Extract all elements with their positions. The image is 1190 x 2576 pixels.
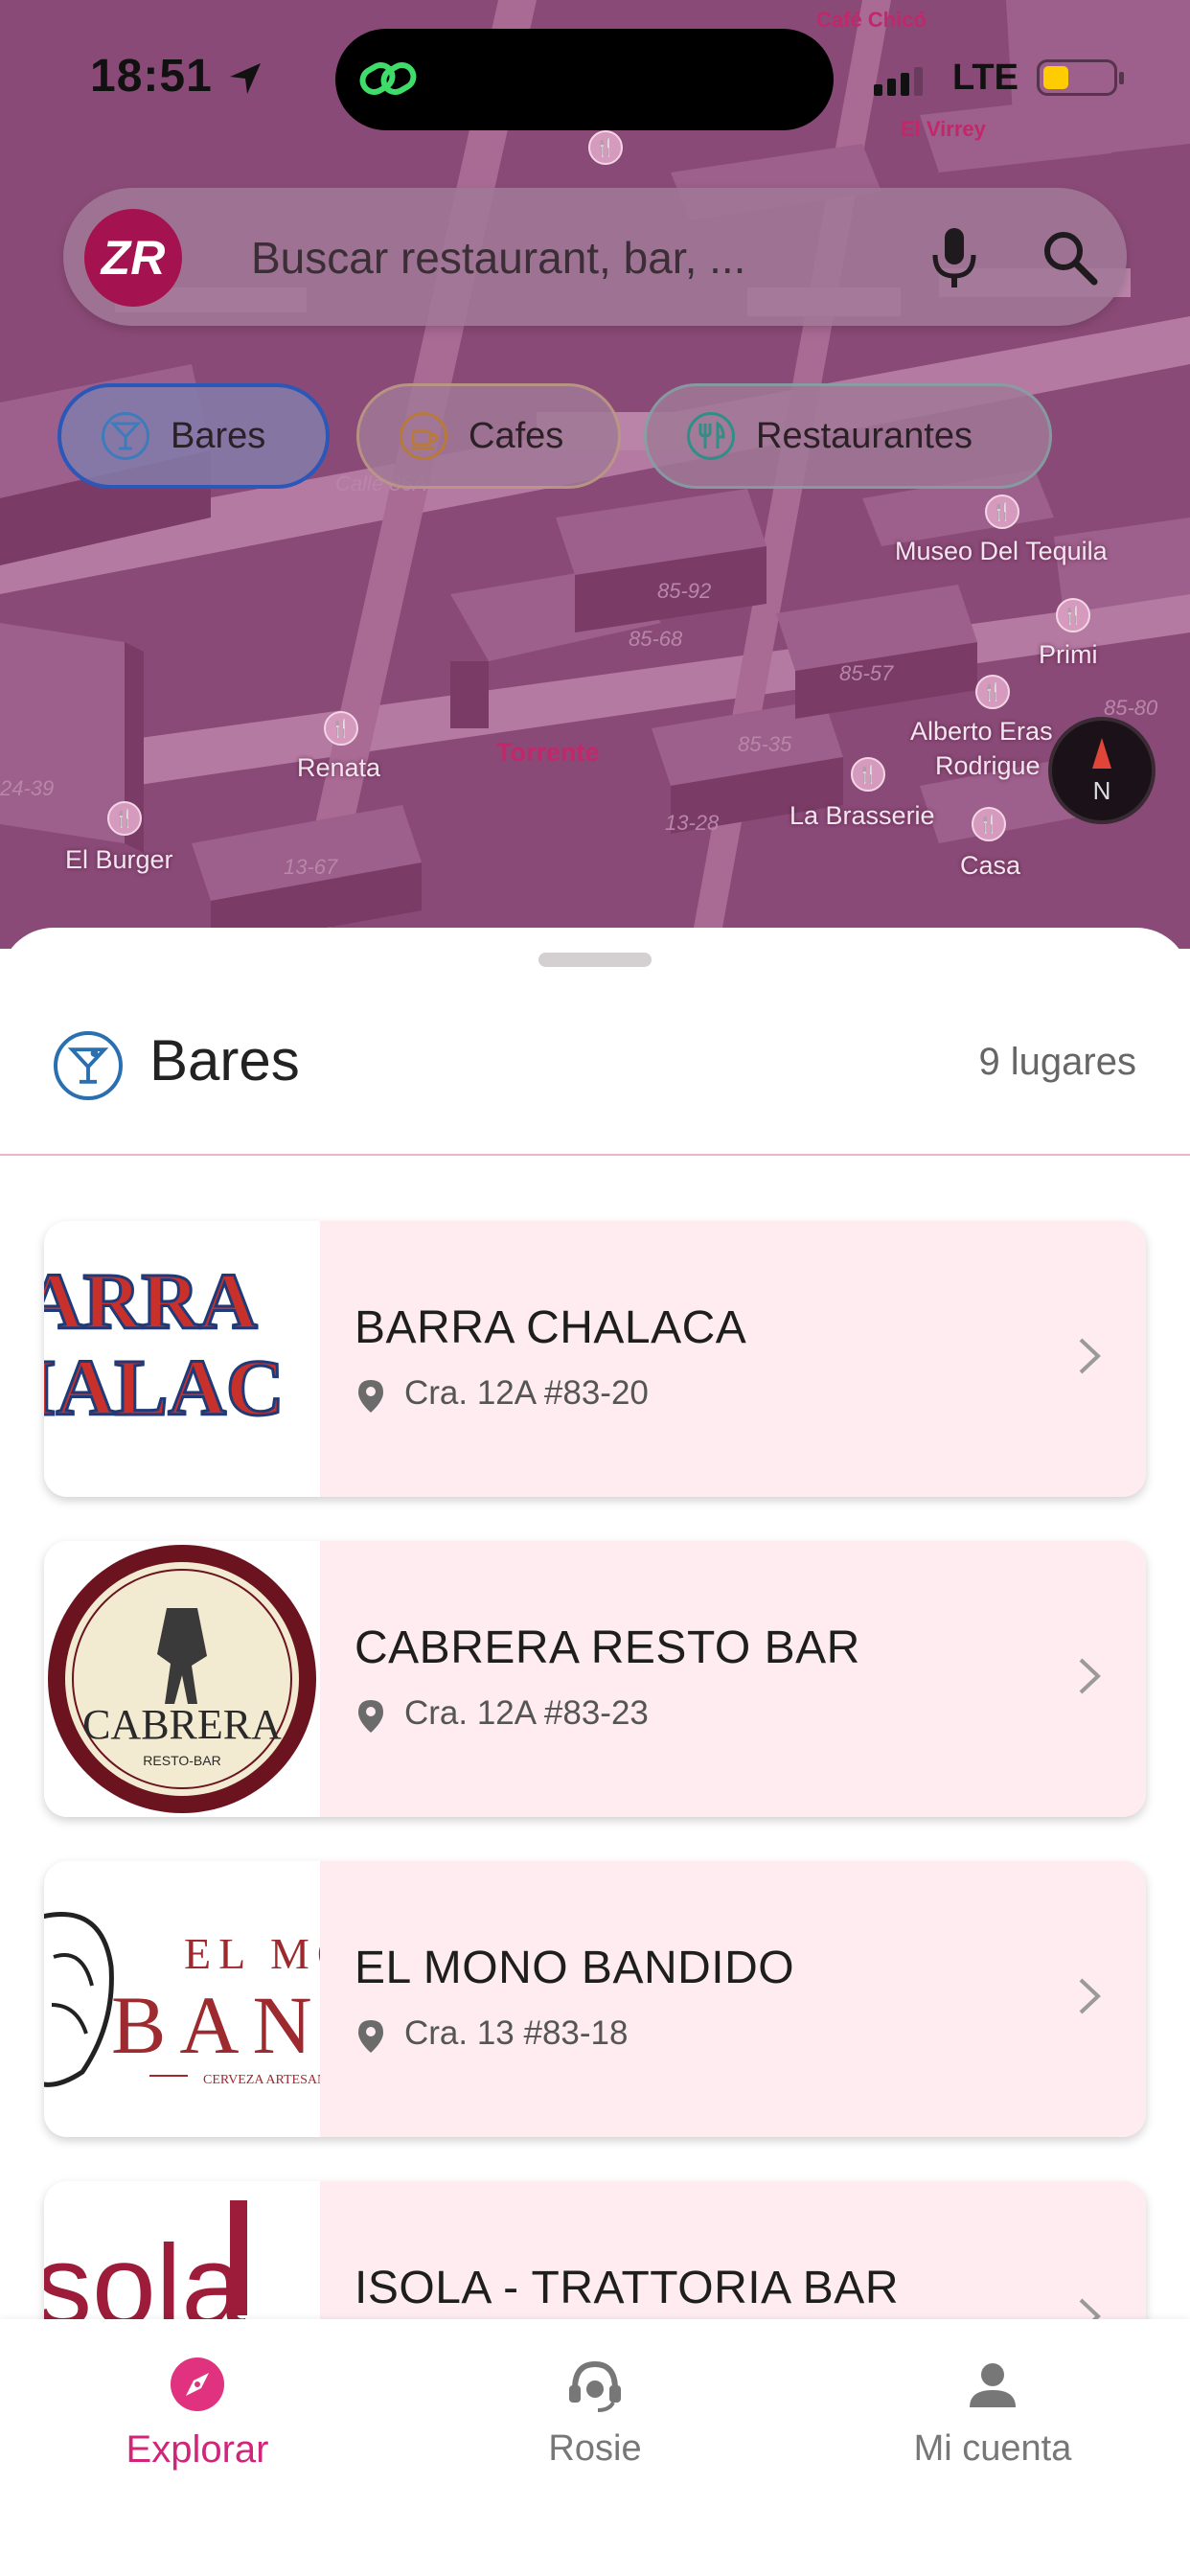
place-logo: CABRERA RESTO-BAR [44, 1541, 320, 1817]
map-house-number: 85-35 [738, 732, 792, 756]
tab-rosie[interactable]: Rosie [451, 2354, 739, 2470]
network-type: LTE [952, 58, 1018, 98]
map-poi-label[interactable]: Primi [1039, 640, 1098, 670]
chip-cafes[interactable]: Cafes [356, 383, 621, 489]
restaurant-pin-icon[interactable]: 🍴 [985, 494, 1019, 529]
sheet-title: Bares [149, 1028, 300, 1092]
search-bar[interactable]: ZR [63, 188, 1127, 326]
places-count: 9 lugares [978, 1041, 1136, 1083]
compass-icon [171, 2358, 224, 2411]
compass-icon: N [1092, 738, 1111, 805]
tab-label: Rosie [548, 2428, 642, 2469]
chevron-right-icon [1079, 1658, 1101, 1694]
sheet-drag-handle[interactable] [538, 953, 652, 967]
place-address: Cra. 13 #83-18 [404, 2014, 629, 2052]
tab-label: Mi cuenta [913, 2428, 1072, 2469]
map-poi-label[interactable]: Torrente [496, 738, 600, 768]
cocktail-icon [102, 412, 149, 460]
place-logo: EL MO BAND CERVEZA ARTESAN [44, 1861, 320, 2137]
search-input[interactable] [251, 224, 903, 291]
logo-text: EL MO [184, 1929, 320, 1978]
battery-icon [1037, 59, 1124, 96]
map-house-number: 13-67 [284, 855, 338, 879]
place-address: Cra. 12A #83-23 [404, 1694, 649, 1732]
logo-text: ARRA [44, 1257, 258, 1346]
divider [0, 1154, 1190, 1156]
coffee-cup-icon [400, 412, 447, 460]
map-poi-label[interactable]: El Burger [65, 845, 173, 875]
map-poi-label[interactable]: Alberto Eras [910, 717, 1053, 747]
chevron-right-icon [1079, 1978, 1101, 2014]
map-house-number: 85-92 [657, 579, 712, 603]
tab-explorar[interactable]: Explorar [54, 2354, 341, 2472]
logo-subtext: CERVEZA ARTESAN [203, 2073, 320, 2087]
location-pin-icon [358, 1380, 383, 1413]
restaurant-pin-icon[interactable]: 🍴 [324, 711, 358, 746]
chip-restaurantes[interactable]: Restaurantes [644, 383, 1052, 489]
app-logo[interactable]: ZR [84, 209, 182, 307]
location-pin-icon [358, 1700, 383, 1733]
search-icon[interactable] [1037, 224, 1104, 291]
chip-label: Cafes [469, 415, 564, 456]
map-house-number: 13-28 [665, 811, 720, 835]
signal-strength-icon [874, 67, 923, 96]
bottom-tab-bar: Explorar Rosie Mi cuenta [0, 2319, 1190, 2576]
place-card[interactable]: EL MO BAND CERVEZA ARTESAN EL MONO BANDI… [44, 1861, 1146, 2137]
logo-text: IALAC [44, 1344, 285, 1433]
place-card[interactable]: ARRA IALAC BARRA CHALACA Cra. 12A #83-20 [44, 1221, 1146, 1497]
logo-text: CABRERA [82, 1701, 282, 1748]
map-poi-label[interactable]: Museo Del Tequila [895, 537, 1108, 566]
chevron-right-icon [1079, 1338, 1101, 1374]
location-arrow-icon [230, 63, 261, 94]
cutlery-icon [687, 412, 735, 460]
place-address: Cra. 12A #83-20 [404, 1374, 649, 1412]
restaurant-pin-icon[interactable]: 🍴 [107, 801, 142, 836]
map-house-number: 85-68 [629, 627, 683, 651]
map-poi-label[interactable]: El Virrey [901, 117, 986, 142]
map-poi-label[interactable]: Rodrigue [935, 751, 1041, 781]
tab-label: Explorar [126, 2428, 269, 2471]
map-poi-label[interactable]: La Brasserie [790, 801, 935, 831]
restaurant-pin-icon[interactable]: 🍴 [975, 675, 1010, 709]
restaurant-pin-icon[interactable]: 🍴 [972, 807, 1006, 841]
headset-icon [569, 2360, 621, 2412]
map-house-number: 24-39 [0, 776, 55, 800]
place-logo: ARRA IALAC [44, 1221, 320, 1497]
chip-label: Restaurantes [756, 415, 973, 456]
map-poi-label[interactable]: Casa [960, 851, 1020, 881]
user-icon [970, 2363, 1016, 2407]
compass-north-label: N [1093, 776, 1111, 805]
tab-mi-cuenta[interactable]: Mi cuenta [849, 2354, 1136, 2470]
location-pin-icon [358, 2020, 383, 2053]
dynamic-island[interactable] [335, 29, 834, 130]
restaurant-pin-icon[interactable]: 🍴 [851, 757, 885, 792]
map-house-number: 85-57 [839, 661, 894, 685]
logo-subtext: RESTO-BAR [143, 1753, 220, 1768]
logo-text: BAND [111, 1979, 320, 2071]
place-name: BARRA CHALACA [355, 1302, 747, 1353]
restaurant-pin-icon[interactable]: 🍴 [1056, 598, 1090, 632]
restaurant-pin-icon[interactable]: 🍴 [588, 130, 623, 165]
compass-button[interactable]: N [1048, 717, 1156, 824]
place-card[interactable]: CABRERA RESTO-BAR CABRERA RESTO BAR Cra.… [44, 1541, 1146, 1817]
microphone-icon[interactable] [924, 224, 985, 291]
place-name: EL MONO BANDIDO [355, 1943, 795, 1993]
map-poi-label[interactable]: Renata [297, 753, 380, 783]
status-time: 18:51 [90, 51, 213, 102]
map-poi-label[interactable]: Café Chicó [816, 8, 927, 33]
chip-bares[interactable]: Bares [57, 383, 330, 489]
place-name: CABRERA RESTO BAR [355, 1622, 860, 1673]
cocktail-icon [54, 1031, 123, 1100]
link-chain-icon [359, 62, 417, 95]
chip-label: Bares [171, 415, 266, 456]
place-name: ISOLA - TRATTORIA BAR [355, 2263, 899, 2313]
